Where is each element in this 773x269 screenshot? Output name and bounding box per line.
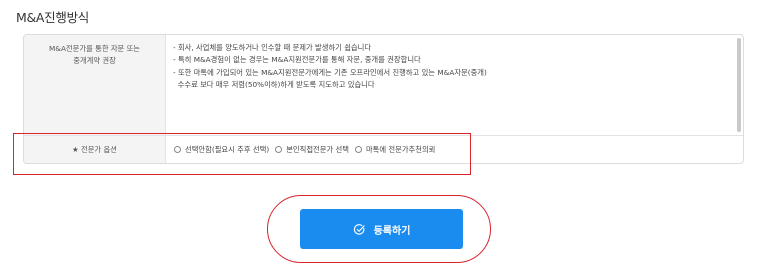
register-button-label: 등록하기 bbox=[373, 225, 411, 237]
consult-textarea[interactable]: - 회사, 사업체를 양도하거나 인수할 때 문제가 발생하기 쉽습니다 - 특… bbox=[173, 42, 735, 91]
section-title: M&A진행방식 bbox=[16, 10, 89, 25]
consult-text-line: - 또한 마톡에 가입되어 있는 M&A지원전문가에게는 기존 오프라인에서 진… bbox=[173, 67, 487, 77]
consult-label-line-2: 중개계약 권장 bbox=[73, 56, 116, 65]
consult-label-line-1: M&A전문가를 통한 자문 또는 bbox=[48, 44, 141, 53]
consult-text-line: - 회사, 사업체를 양도하거나 인수할 때 문제가 발생하기 쉽습니다 bbox=[173, 43, 372, 52]
consult-text-line: - 특히 M&A경험이 없는 경우는 M&A지원전문가를 통해 자문, 중개를 … bbox=[173, 55, 421, 65]
highlight-annotation-box bbox=[13, 133, 471, 175]
check-circle-icon bbox=[353, 223, 365, 235]
textarea-scrollbar[interactable] bbox=[737, 38, 741, 132]
consult-text-line: 수수료 보다 매우 저렴(50%이하)하게 받도록 지도하고 있습니다 bbox=[173, 79, 375, 89]
consult-row: M&A전문가를 통한 자문 또는 중개계약 권장 - 회사, 사업체를 양도하거… bbox=[24, 35, 743, 136]
register-button[interactable]: 등록하기 bbox=[300, 209, 463, 249]
consult-label: M&A전문가를 통한 자문 또는 중개계약 권장 bbox=[24, 35, 166, 135]
